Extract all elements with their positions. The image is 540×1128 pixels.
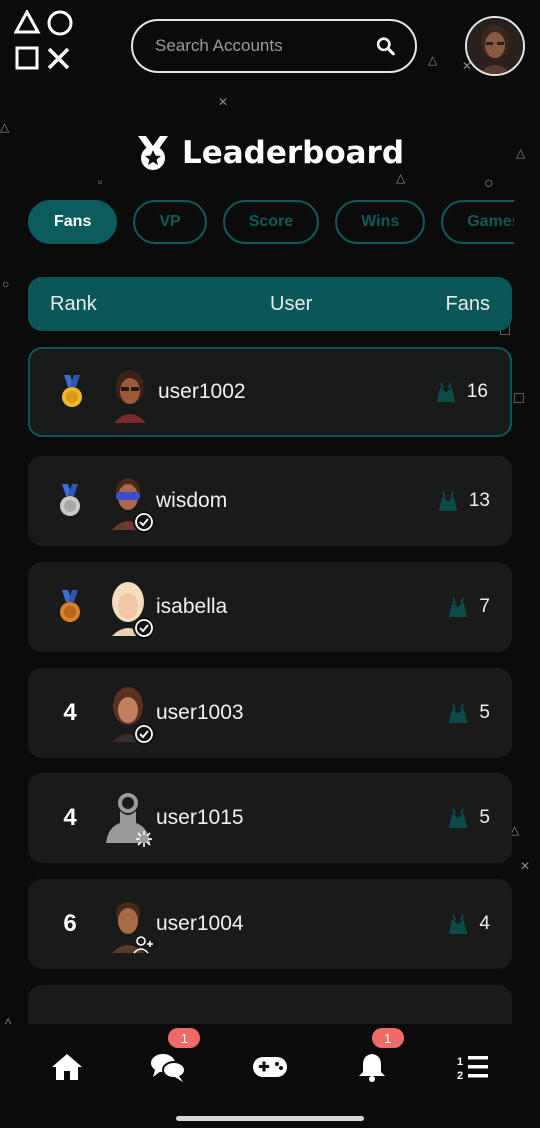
bell-icon: [358, 1054, 385, 1082]
bronze-medal-icon: [60, 590, 80, 622]
category-tabs: Fans VP Score Wins Games: [28, 200, 514, 246]
tab-fans[interactable]: Fans: [28, 200, 118, 244]
table-row[interactable]: isabella 7: [28, 562, 512, 652]
rank-number: 4: [63, 699, 77, 726]
bottom-navigation: 1 1 12: [0, 1028, 540, 1094]
notifications-badge: 1: [371, 1028, 404, 1048]
fans-value: 13: [468, 490, 490, 511]
table-row[interactable]: 4 user1015 5: [28, 773, 512, 863]
search-bar[interactable]: [131, 19, 417, 73]
tab-score[interactable]: Score: [222, 200, 320, 244]
gold-medal-icon: [62, 375, 82, 407]
verified-icon: [133, 511, 155, 533]
username[interactable]: wisdom: [156, 456, 227, 546]
decor-triangle-icon: △: [428, 53, 438, 67]
decor-x-icon: ✕: [218, 95, 229, 109]
decor-square-icon: ▫: [98, 175, 103, 189]
chat-badge: 1: [168, 1028, 201, 1048]
username[interactable]: user1003: [156, 668, 244, 758]
rank-number: 6: [63, 910, 77, 937]
fans-value: 4: [479, 913, 490, 934]
leaderboard-header: Leaderboard: [0, 130, 540, 176]
medal-star-icon: [137, 136, 168, 170]
svg-text:2: 2: [457, 1070, 463, 1081]
table-row[interactable]: 6 user1004 4: [28, 879, 512, 969]
add-friend-icon[interactable]: [133, 934, 155, 956]
rank-number: 4: [63, 804, 77, 831]
fans-icon: [436, 382, 456, 402]
tab-wins[interactable]: Wins: [335, 200, 426, 244]
app-logo-icon[interactable]: [14, 10, 76, 72]
search-icon[interactable]: [376, 35, 395, 57]
rank-medal: [52, 349, 92, 435]
silver-medal-icon: [60, 484, 80, 516]
fans-count: 7: [447, 562, 490, 652]
decor-x-icon: ✕: [520, 859, 531, 873]
profile-avatar[interactable]: [465, 16, 525, 76]
ranked-list-icon: 12: [457, 1056, 489, 1081]
decor-square-icon: □: [514, 390, 524, 407]
fans-icon: [438, 491, 458, 511]
rank-medal: [50, 456, 90, 546]
nav-notifications[interactable]: 1: [342, 1028, 404, 1092]
username[interactable]: user1004: [156, 879, 244, 969]
fans-value: 5: [479, 807, 490, 828]
decor-circle-icon: ○: [2, 277, 10, 291]
gamepad-icon: [252, 1057, 287, 1077]
decor-circle-icon: ○: [484, 175, 494, 192]
column-rank: Rank: [50, 292, 97, 315]
svg-text:1: 1: [457, 1056, 463, 1068]
tab-games[interactable]: Games: [441, 200, 514, 244]
home-indicator: [176, 1116, 364, 1121]
fans-icon: [449, 703, 468, 723]
verified-icon: [133, 723, 155, 745]
fans-value: 16: [466, 381, 488, 402]
fans-count: 13: [437, 456, 490, 546]
table-row[interactable]: wisdom 13: [28, 456, 512, 546]
nav-home[interactable]: [37, 1042, 97, 1092]
table-row[interactable]: 4 user1003 5: [28, 668, 512, 758]
nav-games[interactable]: [240, 1042, 300, 1092]
fans-icon: [449, 597, 468, 617]
column-user: User: [270, 292, 313, 315]
fans-count: 5: [447, 668, 490, 758]
home-icon: [51, 1054, 82, 1080]
page-title: Leaderboard: [181, 135, 405, 171]
username[interactable]: user1015: [156, 773, 244, 863]
fans-count: 16: [435, 349, 488, 435]
fans-icon: [449, 914, 468, 934]
rank-medal: [50, 562, 90, 652]
tab-vp[interactable]: VP: [133, 200, 207, 244]
fans-value: 7: [479, 596, 490, 617]
avatar[interactable]: [108, 365, 152, 423]
table-row[interactable]: user1002 16: [28, 347, 512, 437]
username[interactable]: isabella: [156, 562, 227, 652]
column-fans: Fans: [445, 292, 490, 315]
search-input[interactable]: [155, 36, 376, 56]
loading-icon: [133, 828, 155, 850]
fans-icon: [449, 808, 468, 828]
username[interactable]: user1002: [158, 349, 246, 435]
fans-count: 4: [447, 879, 490, 969]
nav-leaderboard[interactable]: 12: [443, 1042, 503, 1092]
fans-count: 5: [447, 773, 490, 863]
verified-icon: [133, 617, 155, 639]
nav-chat[interactable]: 1: [138, 1028, 201, 1092]
table-header: Rank User Fans: [28, 277, 512, 331]
fans-value: 5: [479, 702, 490, 723]
chat-icon: [151, 1054, 187, 1082]
